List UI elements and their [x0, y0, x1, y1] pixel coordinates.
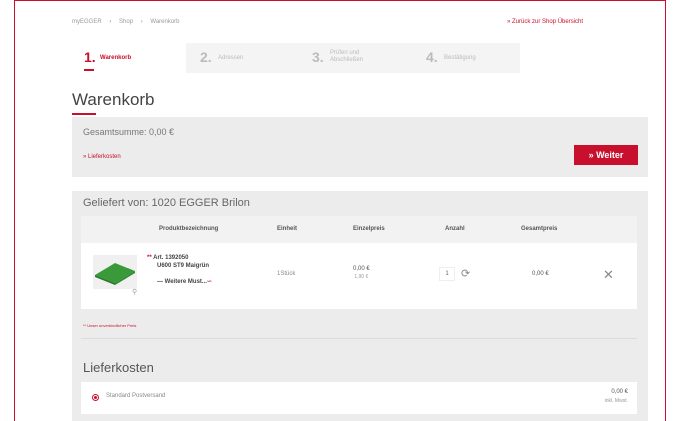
divider: [81, 338, 637, 339]
next-button[interactable]: » Weiter: [574, 145, 638, 165]
wave-icon: ∽: [206, 279, 212, 285]
shipping-option-row[interactable]: Standard Postversand 0,00 € inkl. Mwst.: [81, 382, 637, 414]
cart-table: Produktbezeichnung Einheit Einzelpreis A…: [81, 216, 637, 309]
close-icon[interactable]: ✕: [603, 267, 614, 283]
breadcrumb-item: Warenkorb: [150, 19, 180, 25]
unit-price: 0,00 €: [353, 266, 370, 272]
back-to-shop-link[interactable]: » Zurück zur Shop Übersicht: [507, 19, 583, 25]
summary-panel: Gesamtsumme: 0,00 € » Lieferkosten » Wei…: [72, 117, 648, 177]
breadcrumb: myEGGER › Shop › Warenkorb: [72, 19, 186, 25]
radio-selected-icon[interactable]: [92, 394, 99, 401]
breadcrumb-separator: ›: [109, 19, 112, 25]
page-title: Warenkorb: [72, 90, 155, 109]
step-confirmation: 4. Bestätigung: [426, 43, 520, 73]
total-price-cell: 0,00 €: [532, 271, 549, 277]
column-header: Einzelpreis: [353, 226, 385, 232]
column-header: Gesamtpreis: [521, 226, 558, 232]
unit-price-cell: 0,00 € 1,90 €: [353, 265, 370, 281]
step-active-underline: [84, 69, 94, 71]
step-number: 1.: [84, 49, 96, 65]
total-sum: Gesamtsumme: 0,00 €: [83, 127, 175, 137]
step-number: 3.: [312, 49, 324, 65]
search-icon[interactable]: ⚲: [132, 288, 137, 296]
shipping-costs-link[interactable]: » Lieferkosten: [83, 154, 121, 160]
supplier-title: Geliefert von: 1020 EGGER Brilon: [83, 197, 250, 209]
shipping-option-label: Standard Postversand: [106, 393, 166, 399]
column-header: Anzahl: [445, 226, 465, 232]
step-label: Bestätigung: [444, 55, 476, 61]
unit-cell: 1Stück: [277, 271, 296, 277]
step-cart[interactable]: 1. Warenkorb: [72, 43, 186, 73]
title-underline: [72, 113, 96, 115]
reload-icon[interactable]: ⟳: [461, 267, 470, 280]
order-panel: Geliefert von: 1020 EGGER Brilon Produkt…: [72, 191, 648, 421]
step-review: 3. Prüfen und Abschließen: [312, 43, 412, 73]
product-name: U600 ST9 Maigrün: [157, 263, 210, 269]
breadcrumb-separator: ›: [140, 19, 143, 25]
step-number: 4.: [426, 49, 438, 65]
breadcrumb-item[interactable]: myEGGER: [72, 19, 102, 25]
checkout-steps: 1. Warenkorb 2. Adressen 3. Prüfen und A…: [72, 43, 520, 73]
step-number: 2.: [200, 49, 212, 65]
article-number: Art. 1392050: [153, 255, 189, 261]
table-row: ⚲ ** Art. 1392050 U600 ST9 Maigrün — Wei…: [81, 243, 637, 309]
column-header: Produktbezeichnung: [159, 226, 219, 232]
list-price: 1,90 €: [354, 274, 369, 280]
step-label: Warenkorb: [100, 55, 132, 61]
column-header: Einheit: [277, 226, 298, 232]
shipping-price: 0,00 € inkl. Mwst.: [604, 389, 628, 404]
product-swatch: [95, 263, 135, 285]
breadcrumb-item[interactable]: Shop: [119, 19, 133, 25]
step-addresses: 2. Adressen: [196, 43, 296, 73]
product-image[interactable]: [93, 255, 137, 289]
vat-note: inkl. Mwst.: [604, 398, 628, 404]
step-label: Adressen: [218, 55, 244, 61]
more-patterns-link[interactable]: — Weitere Must...∽: [157, 278, 212, 285]
step-label: Prüfen und Abschließen: [330, 50, 364, 63]
shipping-title: Lieferkosten: [83, 360, 154, 375]
price-footnote: ** Unser unverbindlicher Preis: [83, 323, 137, 328]
quantity-input[interactable]: 1: [439, 267, 455, 281]
table-header: Produktbezeichnung Einheit Einzelpreis A…: [81, 216, 637, 243]
product-description: ** Art. 1392050 U600 ST9 Maigrün: [147, 255, 210, 269]
